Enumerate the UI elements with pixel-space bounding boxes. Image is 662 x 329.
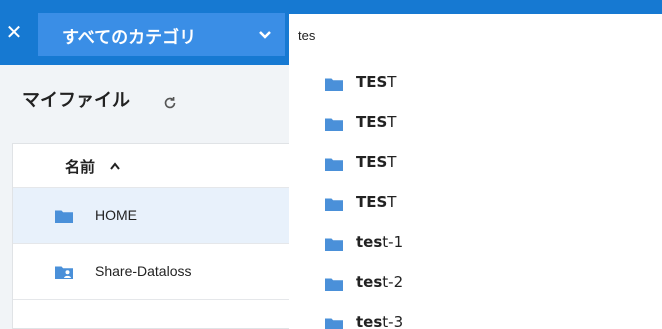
close-icon[interactable]: ✕ <box>3 21 25 43</box>
result-label: test-1 <box>356 233 404 251</box>
result-label: TEST <box>356 73 397 91</box>
page-title: マイファイル <box>22 90 130 111</box>
folder-icon <box>325 318 343 329</box>
folder-icon <box>325 278 343 291</box>
folder-icon <box>325 158 343 171</box>
search-result-item[interactable]: TEST <box>289 143 662 183</box>
sort-ascending-icon[interactable] <box>109 161 121 171</box>
row-label: Share-Dataloss <box>95 263 192 279</box>
result-label: TEST <box>356 193 397 211</box>
result-label: TEST <box>356 113 397 131</box>
result-label: test-3 <box>356 313 404 329</box>
search-result-item[interactable]: TEST <box>289 103 662 143</box>
refresh-icon[interactable] <box>163 96 177 110</box>
folder-icon <box>55 210 73 223</box>
row-label: HOME <box>95 207 137 223</box>
search-result-item[interactable]: test-2 <box>289 263 662 303</box>
folder-icon <box>325 198 343 211</box>
table-row[interactable]: Share-Dataloss <box>13 244 291 300</box>
search-result-item[interactable]: TEST <box>289 63 662 103</box>
chevron-down-icon <box>259 31 271 39</box>
column-name-header[interactable]: 名前 <box>65 156 95 177</box>
result-label: test-2 <box>356 273 404 291</box>
result-label: TEST <box>356 153 397 171</box>
search-results-dropdown: TEST TEST TEST TEST test-1 test-2 test-3 <box>289 57 662 329</box>
search-input[interactable] <box>289 14 662 57</box>
folder-icon <box>325 78 343 91</box>
table-header: 名前 <box>13 144 291 188</box>
search-result-item[interactable]: TEST <box>289 183 662 223</box>
category-dropdown[interactable]: すべてのカテゴリ <box>38 13 285 56</box>
search-result-item[interactable]: test-3 <box>289 303 662 329</box>
shared-folder-icon <box>55 266 73 279</box>
folder-icon <box>325 118 343 131</box>
category-label: すべてのカテゴリ <box>62 28 197 48</box>
table-row[interactable]: HOME <box>13 188 291 244</box>
folder-icon <box>325 238 343 251</box>
file-table: 名前 HOME Share-Dataloss <box>12 143 291 329</box>
search-result-item[interactable]: test-1 <box>289 223 662 263</box>
